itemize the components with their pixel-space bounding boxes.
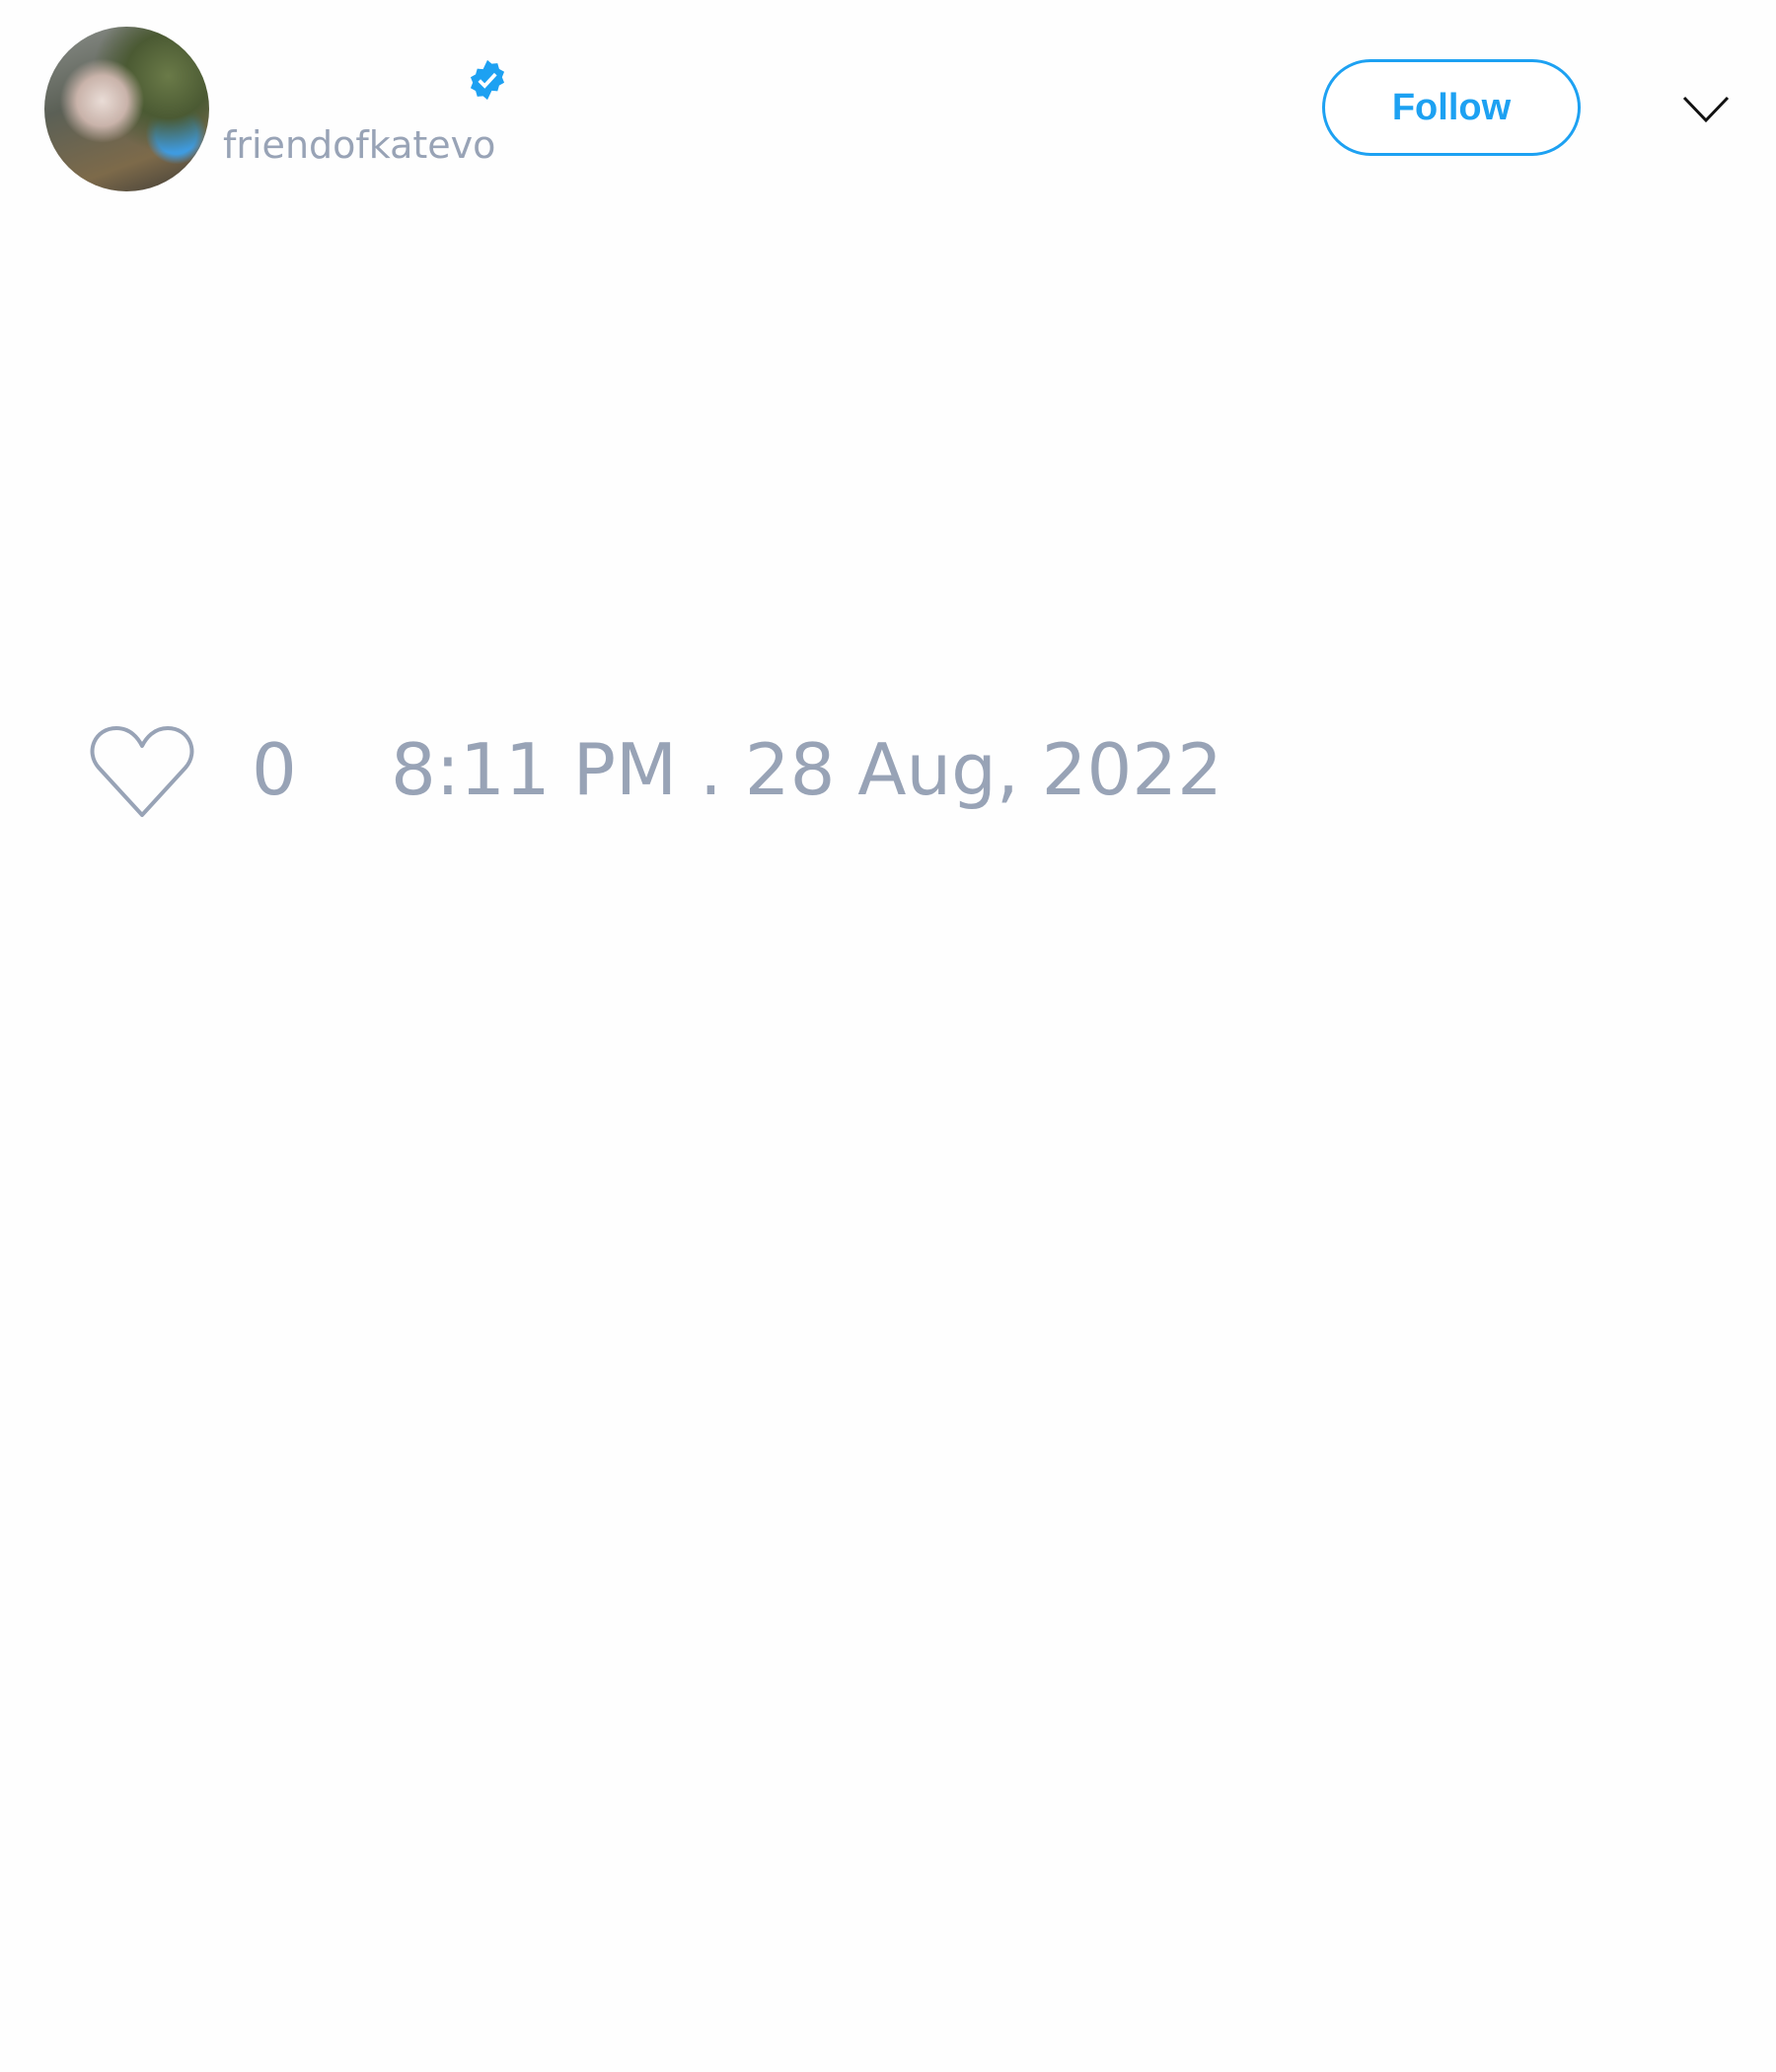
user-handle[interactable]: friendofkatevo: [223, 126, 495, 164]
heart-icon[interactable]: [89, 724, 195, 819]
tweet-timestamp[interactable]: 8:11 PM . 28 Aug, 2022: [391, 734, 1222, 805]
like-count: 0: [252, 728, 297, 811]
avatar[interactable]: [44, 27, 209, 191]
chevron-down-icon[interactable]: [1681, 93, 1731, 126]
verified-badge-icon: [470, 59, 505, 101]
follow-button[interactable]: Follow: [1322, 59, 1581, 156]
